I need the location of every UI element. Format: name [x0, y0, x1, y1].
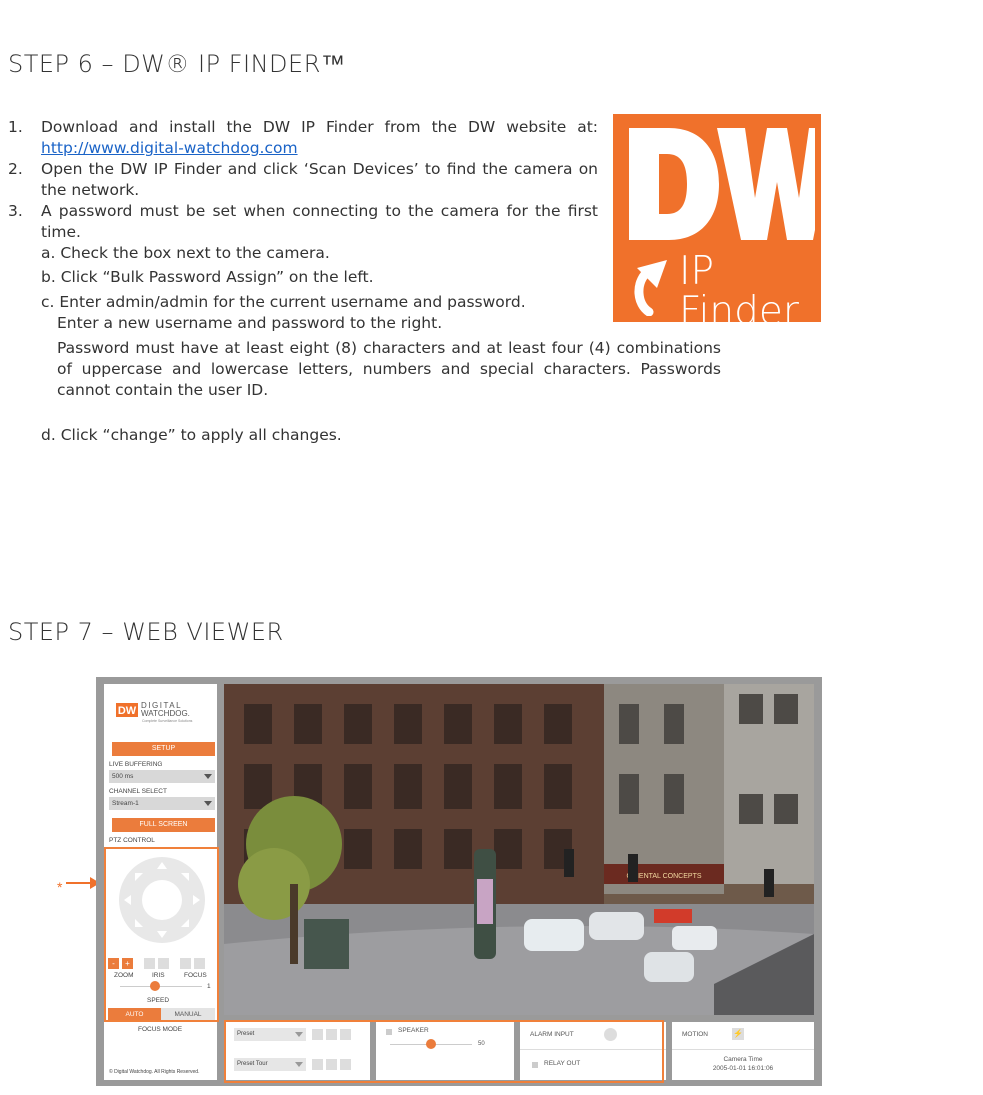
motion-icon: ⚡	[732, 1028, 744, 1040]
item-text: A password must be set when connecting t…	[41, 202, 598, 241]
camera-time-value: 2005-01-01 16:01:06	[712, 1065, 774, 1072]
full-screen-button[interactable]: FULL SCREEN	[112, 818, 215, 832]
brand-tagline: Complete Surveillance Solutions	[142, 719, 193, 723]
svg-text:DW: DW	[118, 705, 137, 717]
brand-logo: DW DIGITAL WATCHDOG. Complete Surveillan…	[116, 701, 216, 723]
setup-button[interactable]: SETUP	[112, 742, 215, 756]
live-video-feed[interactable]: ORIENTAL CONCEPTS	[224, 684, 814, 1015]
logo-line-ip: IP	[679, 249, 715, 294]
dropdown-arrow-icon	[204, 774, 212, 779]
brand-name2: WATCHDOG.	[141, 709, 190, 718]
channel-select-value: Stream-1	[112, 800, 139, 807]
callout-asterisk: *	[57, 879, 63, 895]
website-link[interactable]: http://www.digital-watchdog.com	[41, 139, 298, 157]
live-buffering-label: LIVE BUFFERING	[109, 761, 163, 768]
copyright-text: © Digital Watchdog. All Rights Reserved.	[109, 1069, 200, 1075]
logo-line-finder: Finder	[679, 289, 799, 334]
channel-select[interactable]: Stream-1	[109, 797, 215, 810]
step6-item-3: 3. A password must be set when connectin…	[8, 201, 598, 243]
callout-arrow-icon	[66, 877, 100, 889]
step7-title: STEP 7 – WEB VIEWER	[8, 618, 284, 646]
street-scene-image: ORIENTAL CONCEPTS	[224, 684, 814, 1015]
item-text: Open the DW IP Finder and click ‘Scan De…	[41, 160, 598, 199]
substep-c-password-rules: Password must have at least eight (8) ch…	[57, 339, 721, 399]
live-buffering-select[interactable]: 500 ms	[109, 770, 215, 783]
web-viewer-screenshot: DW DIGITAL WATCHDOG. Complete Surveillan…	[96, 677, 822, 1086]
focus-mode-label: FOCUS MODE	[138, 1026, 183, 1033]
ptz-control-label: PTZ CONTROL	[109, 837, 155, 844]
arrow-icon	[634, 260, 667, 316]
ip-finder-text: IP Finder	[679, 252, 799, 332]
motion-time-panel: MOTION ⚡ Camera Time 2005-01-01 16:01:06	[672, 1022, 814, 1080]
motion-label: MOTION	[682, 1031, 708, 1038]
camera-time-label: Camera Time	[723, 1056, 763, 1063]
divider	[672, 1049, 814, 1050]
item-number: 3.	[8, 202, 23, 220]
channel-select-label: CHANNEL SELECT	[109, 788, 167, 795]
substep-d: d. Click “change” to apply all changes.	[41, 426, 342, 444]
dw-letters-icon	[629, 128, 815, 240]
controls-highlight-box	[224, 1020, 664, 1083]
item-text: Download and install the DW IP Finder fr…	[41, 118, 598, 136]
ptz-highlight-box	[104, 847, 219, 1022]
item-number: 2.	[8, 160, 23, 178]
step6-item-1: 1. Download and install the DW IP Finder…	[8, 117, 598, 159]
dw-brand-icon: DW	[116, 703, 138, 717]
live-buffering-value: 500 ms	[112, 773, 134, 780]
step6-title: STEP 6 – DW® IP FINDER™	[8, 50, 346, 78]
dropdown-arrow-icon	[204, 801, 212, 806]
step6-item-2: 2. Open the DW IP Finder and click ‘Scan…	[8, 159, 598, 201]
item-number: 1.	[8, 118, 23, 136]
dw-ip-finder-logo: IP Finder	[613, 114, 821, 332]
